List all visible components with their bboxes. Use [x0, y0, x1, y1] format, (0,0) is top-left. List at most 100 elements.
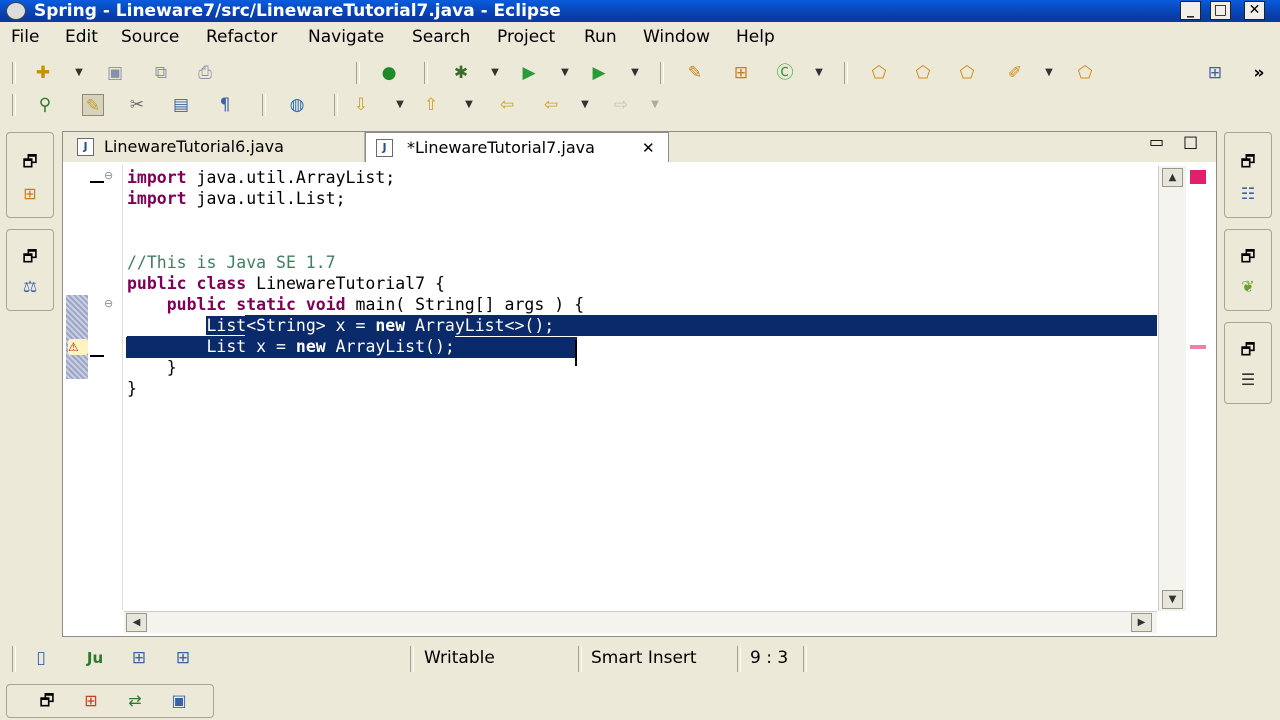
minimize-editor-icon[interactable]: ▭	[1149, 132, 1164, 152]
menu-source[interactable]: Source	[121, 24, 179, 50]
maximize-editor-icon[interactable]: ☐	[1183, 134, 1198, 154]
warning-error-icon[interactable]: ⚠	[68, 339, 88, 355]
fold-toggle-icon[interactable]: ⊖	[104, 297, 113, 310]
back-icon[interactable]: ⇦	[540, 94, 562, 116]
horizontal-scrollbar[interactable]: ◀ ▶	[124, 611, 1157, 633]
minimize-button[interactable]: _	[1180, 1, 1201, 20]
search-tool-icon[interactable]: ✐	[1004, 62, 1026, 84]
scroll-right-icon[interactable]: ▶	[1131, 613, 1152, 632]
menu-project[interactable]: Project	[497, 24, 555, 50]
java-file-icon: J	[77, 138, 94, 156]
new-file-icon[interactable]: ✚	[32, 62, 54, 84]
save-all-icon[interactable]: ⧉	[150, 62, 172, 84]
package-explorer-icon[interactable]: ⊞	[18, 183, 42, 205]
tab-lineware-tutorial6[interactable]: J LinewareTutorial6.java	[63, 132, 365, 162]
external-tools-dropdown-icon[interactable]: ▼	[630, 62, 640, 84]
new-java-project-icon[interactable]: ✎	[684, 62, 706, 84]
restore-icon[interactable]: 🗗	[1236, 339, 1260, 361]
open-type-icon[interactable]: ⬠	[868, 62, 890, 84]
status-cursor-position: 9 : 3	[750, 648, 789, 668]
run-dropdown-icon[interactable]: ▼	[560, 62, 570, 84]
spring-explorer-icon[interactable]: ❦	[1236, 276, 1260, 298]
menu-run[interactable]: Run	[584, 24, 617, 50]
menu-window[interactable]: Window	[643, 24, 710, 50]
mark-occurrences-icon[interactable]: ✎	[82, 94, 104, 116]
menu-search[interactable]: Search	[412, 24, 470, 50]
open-perspective-icon[interactable]: ⊞	[1204, 62, 1226, 84]
spring-perspective-icon[interactable]: ●	[378, 62, 400, 84]
back-dropdown-icon[interactable]: ▼	[580, 94, 590, 116]
code-line: import java.util.List;	[127, 189, 346, 208]
menu-file[interactable]: File	[11, 24, 39, 50]
next-annotation-icon[interactable]: ⇩	[350, 94, 372, 116]
forward-dropdown-icon[interactable]: ▼	[650, 94, 660, 116]
restore-icon[interactable]: 🗗	[1236, 246, 1260, 268]
fold-toggle-icon[interactable]: ⊖	[104, 169, 113, 182]
bottom-minimized-stack: 🗗 ⊞ ⇄ ▣	[6, 684, 214, 718]
tab-lineware-tutorial7[interactable]: J *LinewareTutorial7.java ✕	[365, 132, 669, 162]
new-class-icon[interactable]: Ⓒ	[774, 62, 796, 84]
menu-help[interactable]: Help	[736, 24, 775, 50]
close-window-button[interactable]: ✕	[1244, 1, 1265, 20]
debug-icon[interactable]: ✱	[450, 62, 472, 84]
open-task-icon[interactable]: ⬠	[912, 62, 934, 84]
new-package-icon[interactable]: ⊞	[730, 62, 752, 84]
close-tab-icon[interactable]: ✕	[642, 133, 655, 163]
right-minimized-stack-2: 🗗 ❦	[1224, 229, 1272, 311]
annotation-ruler[interactable]: ⚠	[66, 165, 90, 610]
hierarchy-icon[interactable]: ⚖	[18, 276, 42, 298]
next-annotation-dropdown-icon[interactable]: ▼	[395, 94, 405, 116]
menu-refactor[interactable]: Refactor	[206, 24, 277, 50]
run-icon[interactable]: ▶	[518, 62, 540, 84]
open-folder-icon[interactable]: ⬠	[1074, 62, 1096, 84]
progress-view-icon[interactable]: ⊞	[172, 647, 194, 669]
web-browser-icon[interactable]: ◍	[286, 94, 308, 116]
search-dropdown-icon[interactable]: ▼	[1044, 62, 1054, 84]
error-overview-marker[interactable]	[1190, 170, 1206, 184]
menu-navigate[interactable]: Navigate	[308, 24, 384, 50]
menu-edit[interactable]: Edit	[65, 24, 98, 50]
debug-dropdown-icon[interactable]: ▼	[490, 62, 500, 84]
right-minimized-stack-3: 🗗 ☰	[1224, 322, 1272, 404]
folding-ruler[interactable]: ⊖ ⊖	[90, 165, 123, 610]
main-toolbar: ✚ ▼ ▣ ⧉ ⎙ ● ✱ ▼ ▶ ▼ ▶ ▼ ✎ ⊞ Ⓒ ▼ ⬠ ⬠ ⬠ ✐ …	[0, 62, 1280, 90]
print-icon[interactable]: ⎙	[194, 62, 216, 84]
show-whitespace-icon[interactable]: ▤	[170, 94, 192, 116]
scroll-down-icon[interactable]: ▼	[1162, 590, 1183, 609]
code-line: //This is Java SE 1.7	[127, 253, 336, 272]
servers-view-icon[interactable]: ⊞	[79, 690, 103, 712]
toggle-breadcrumb-icon[interactable]: ⚲	[34, 94, 56, 116]
forward-icon[interactable]: ⇨	[610, 94, 632, 116]
console-view-icon[interactable]: ⊞	[128, 647, 150, 669]
vertical-scrollbar[interactable]: ▲ ▼	[1158, 166, 1186, 611]
restore-icon[interactable]: 🗗	[35, 690, 59, 712]
previous-annotation-dropdown-icon[interactable]: ▼	[464, 94, 474, 116]
new-class-dropdown-icon[interactable]: ▼	[814, 62, 824, 84]
restore-icon[interactable]: 🗗	[1236, 151, 1260, 173]
new-dropdown-icon[interactable]: ▼	[74, 62, 84, 84]
window-title: Spring - Lineware7/src/LinewareTutorial7…	[34, 1, 561, 21]
external-tools-icon[interactable]: ▶	[588, 62, 610, 84]
show-paragraph-icon[interactable]: ¶	[214, 94, 236, 116]
editor-tab-strip: J LinewareTutorial6.java J *LinewareTuto…	[63, 132, 1216, 162]
overview-ruler-marker[interactable]	[1190, 345, 1206, 349]
scroll-left-icon[interactable]: ◀	[126, 613, 147, 632]
toolbar-separator	[334, 94, 338, 116]
previous-annotation-icon[interactable]: ⇧	[420, 94, 442, 116]
scroll-up-icon[interactable]: ▲	[1162, 168, 1183, 187]
restore-icon[interactable]: 🗗	[18, 246, 42, 268]
fast-view-icon[interactable]: ▯	[30, 647, 52, 669]
maximize-button[interactable]: □	[1210, 1, 1231, 20]
outline-icon[interactable]: ☷	[1236, 183, 1260, 205]
cursor-marker	[90, 355, 104, 357]
junit-icon[interactable]: Ju	[84, 647, 106, 669]
save-icon[interactable]: ▣	[104, 62, 126, 84]
console-icon[interactable]: ▣	[167, 690, 191, 712]
block-selection-icon[interactable]: ✂	[126, 94, 148, 116]
open-resource-icon[interactable]: ⬠	[956, 62, 978, 84]
problems-view-icon[interactable]: ⇄	[123, 690, 147, 712]
last-edit-location-icon[interactable]: ⇦	[496, 94, 518, 116]
restore-icon[interactable]: 🗗	[18, 151, 42, 173]
more-perspectives-icon[interactable]: »	[1248, 62, 1270, 84]
task-list-icon[interactable]: ☰	[1236, 369, 1260, 391]
